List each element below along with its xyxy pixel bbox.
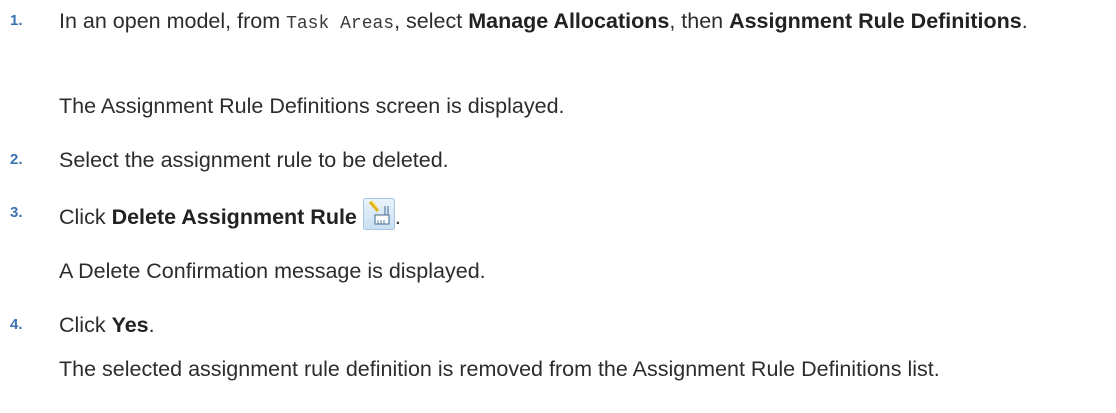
assignment-rule-definitions-label: Assignment Rule Definitions [729, 9, 1022, 33]
instruction-text: , then [669, 9, 730, 33]
delete-assignment-rule-icon [362, 198, 395, 230]
step-number: 2. [10, 151, 23, 168]
instruction-text: . [394, 205, 401, 229]
step-3-result: A Delete Confirmation message is display… [59, 259, 486, 283]
step-instruction: Click Delete Assignment Rule . [59, 198, 1099, 232]
step-number: 3. [10, 204, 23, 221]
instruction-text: . [148, 313, 155, 337]
instruction-text: In an open model, from [59, 9, 287, 33]
instruction-text: Click [59, 205, 112, 229]
step-instruction: Select the assignment rule to be deleted… [59, 148, 449, 172]
manage-allocations-label: Manage Allocations [468, 9, 670, 33]
step-instruction: Click Yes. [59, 310, 1099, 340]
instruction-text: , select [394, 9, 469, 33]
yes-label: Yes [111, 313, 149, 337]
step-number: 4. [10, 316, 23, 333]
step-number: 1. [10, 12, 23, 29]
instruction-text: Click [59, 313, 112, 337]
task-areas-code: Task Areas [286, 14, 395, 34]
delete-assignment-rule-label: Delete Assignment Rule [111, 205, 357, 229]
instruction-text: . [1021, 9, 1028, 33]
step-instruction: In an open model, from Task Areas, selec… [59, 6, 1099, 39]
step-1-result: The Assignment Rule Definitions screen i… [59, 94, 565, 118]
step-4-result: The selected assignment rule definition … [59, 357, 940, 381]
